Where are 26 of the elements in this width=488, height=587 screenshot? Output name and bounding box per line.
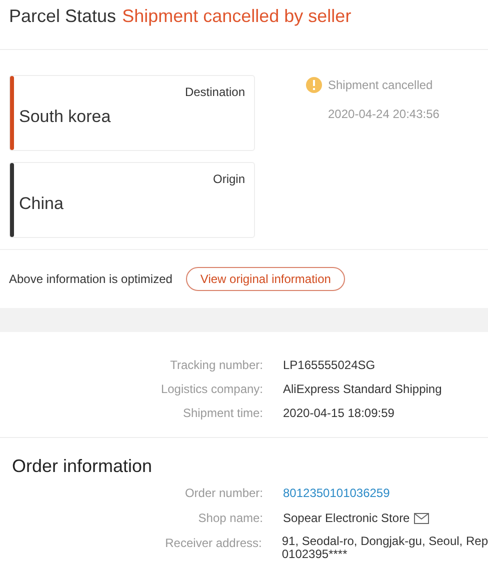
field-value: 2020-04-15 18:09:59 xyxy=(283,405,394,422)
order-number-link[interactable]: 8012350101036259 xyxy=(283,484,390,502)
field-label: Shop name: xyxy=(198,510,263,527)
location-name: China xyxy=(19,194,64,213)
field-label: Logistics company: xyxy=(160,381,263,398)
field-value: 91, Seodal-ro, Dongjak-gu, Seoul, Rep xyxy=(282,534,488,548)
field-label: Tracking number: xyxy=(170,357,263,374)
field-label: Receiver address: xyxy=(165,535,262,552)
page-title: Parcel Status xyxy=(9,5,116,28)
section-title: Order information xyxy=(12,456,152,476)
field-value: 0102395**** xyxy=(282,548,348,561)
notice-text: Above information is optimized xyxy=(9,271,172,288)
location-name: South korea xyxy=(19,107,111,126)
event-text: Shipment cancelled xyxy=(328,77,433,94)
field-value: LP165555024SG xyxy=(283,357,376,374)
view-original-button[interactable]: View original information xyxy=(186,267,345,291)
alert-icon xyxy=(306,77,322,93)
location-label: Destination xyxy=(184,84,245,101)
location-label: Origin xyxy=(212,171,245,188)
mail-icon[interactable] xyxy=(414,512,429,524)
field-value: AliExpress Standard Shipping xyxy=(283,381,442,398)
field-value: Sopear Electronic Store xyxy=(283,510,410,527)
status-text: Shipment cancelled by seller xyxy=(122,5,352,28)
field-label: Shipment time: xyxy=(182,405,263,422)
event-time: 2020-04-24 20:43:56 xyxy=(328,107,440,121)
field-label: Order number: xyxy=(184,485,263,502)
